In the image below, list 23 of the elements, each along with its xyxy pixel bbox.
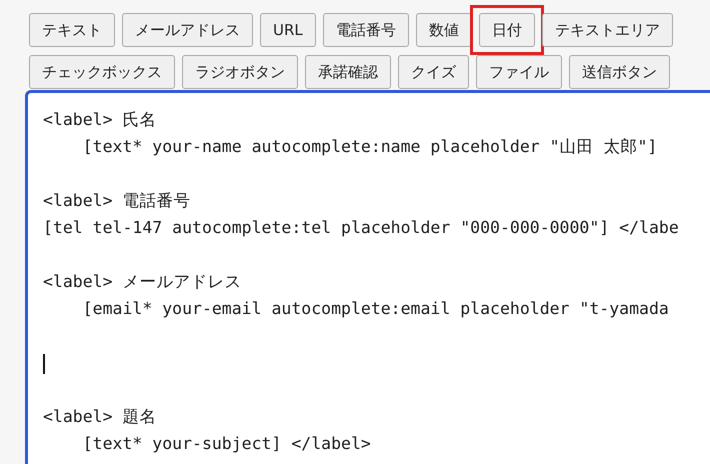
- code-line: [email* your-email autocomplete:email placeholder "t-yamada: [82, 298, 669, 320]
- tag-button[interactable]: 承諾確認: [305, 55, 391, 89]
- code-line: <label> 氏名: [43, 109, 156, 132]
- code-line: [tel tel-147 autocomplete:tel placeholder "000-000-0000"] </labe: [43, 217, 679, 240]
- tag-button[interactable]: ラジオボタン: [182, 55, 298, 89]
- code-line: <label> メールアドレス: [43, 271, 242, 294]
- code-line: <label> 電話番号: [43, 190, 190, 212]
- code-line: [text* your-name autocomplete:name placeholder "山田 太郎"]: [82, 136, 658, 158]
- code-line: <label> 題名: [43, 406, 156, 428]
- tag-button[interactable]: チェックボックス: [29, 55, 175, 89]
- tag-button[interactable]: テキスト: [29, 13, 115, 47]
- code-line: [text* your-subject] </label>: [82, 433, 371, 456]
- text-cursor: [43, 354, 44, 374]
- tag-button[interactable]: 送信ボタン: [569, 55, 670, 89]
- code-editor[interactable]: [25, 90, 710, 464]
- tag-button[interactable]: クイズ: [398, 55, 469, 89]
- tag-button[interactable]: テキストエリア: [542, 13, 673, 47]
- tag-button[interactable]: URL: [260, 13, 316, 47]
- tag-button[interactable]: ファイル: [476, 55, 562, 89]
- tag-button[interactable]: 数値: [416, 13, 472, 47]
- tag-button[interactable]: 電話番号: [322, 13, 409, 47]
- tag-button[interactable]: 日付: [478, 13, 535, 47]
- tag-button[interactable]: メールアドレス: [122, 13, 253, 47]
